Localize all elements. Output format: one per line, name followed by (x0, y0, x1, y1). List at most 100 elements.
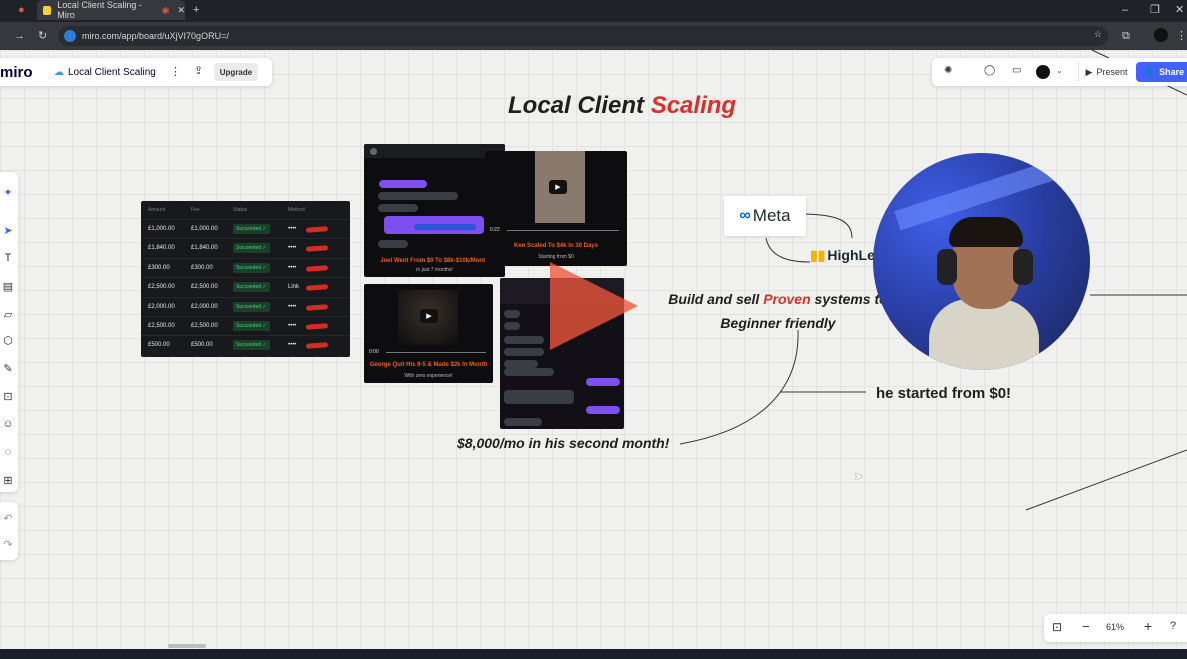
method-cell: •••• (288, 323, 297, 329)
redaction-mark (305, 342, 329, 350)
highlevel-label: HighLe (827, 247, 875, 263)
chat-bubble (504, 390, 574, 404)
headphone-left (937, 249, 957, 285)
miro-logo[interactable]: miro (0, 64, 33, 81)
play-icon[interactable]: ▶ (549, 180, 567, 194)
ai-sparkle-icon[interactable]: ✦ (0, 184, 16, 200)
status-badge: Succeeded ✓ (233, 340, 270, 351)
build-and-sell-text[interactable]: Build and sell Proven systems to Beginne… (658, 287, 898, 335)
build-part1: Build and sell (668, 291, 760, 307)
reactions-icon[interactable]: ✺ (944, 65, 952, 76)
zoom-in-icon[interactable]: + (1144, 618, 1152, 634)
user-avatar[interactable] (1036, 65, 1050, 79)
more-options-icon[interactable]: ⋮ (170, 65, 181, 78)
chat-screenshot-joel[interactable]: Joel Went From $0 To $8k-$10k/Month in j… (364, 144, 505, 277)
method-cell: •••• (288, 303, 297, 310)
video-card-george[interactable]: ▶ 0:00 George Quit His 9-5 & Made $2k In… (364, 284, 493, 383)
avatar (370, 148, 377, 155)
chat-bubble (504, 336, 544, 344)
started-from-zero-text[interactable]: he started from $0! (876, 385, 1011, 402)
upgrade-button[interactable]: Upgrade (214, 63, 258, 81)
shapes-icon[interactable]: ⬡ (0, 332, 16, 348)
heading-part1: Local Client (508, 92, 645, 119)
chevron-down-icon[interactable]: ⌄ (1056, 66, 1063, 75)
amount-cell: £2,000.00 (148, 303, 175, 310)
comment-icon[interactable]: ◌ (0, 444, 16, 460)
video-progress[interactable] (386, 352, 486, 353)
video-call-icon[interactable]: ▭ (1012, 65, 1021, 76)
video-progress[interactable] (507, 230, 619, 231)
pen-icon[interactable]: ✎ (0, 360, 16, 376)
highlevel-logo[interactable]: ▮▮ HighLe (810, 247, 875, 264)
fee-cell: £300.00 (191, 264, 213, 271)
amount-cell: £300.00 (148, 264, 170, 271)
connector-meta (799, 213, 853, 239)
emoji-icon[interactable]: ☺ (0, 416, 16, 432)
chat1-caption: Joel Went From $0 To $8k-$10k/Month (380, 258, 489, 264)
table-row: £2,500.00 £2,500.00 Succeeded ✓ •••• (141, 316, 350, 335)
horizontal-scrollbar[interactable] (168, 644, 206, 648)
chat-bubble (586, 406, 620, 414)
build-line2: Beginner friendly (720, 315, 836, 331)
fee-cell: £1,840.00 (191, 245, 218, 252)
user-plus-icon: 👤 (1143, 66, 1156, 77)
payments-header-amount: Amount (148, 207, 166, 213)
present-button[interactable]: ▶ Present (1078, 62, 1134, 82)
connector-right-lower (1025, 449, 1187, 511)
redo-icon[interactable]: ↷ (0, 536, 16, 552)
undo-icon[interactable]: ↶ (0, 510, 16, 526)
left-toolbar: ✦ ➤ T ▤ ▱ ⬡ ✎ ⊡ ☺ ◌ ⊞ (0, 172, 18, 492)
fee-cell: £2,500.00 (191, 323, 218, 329)
fit-frame-icon[interactable]: ⊡ (1052, 620, 1062, 634)
method-cell: •••• (288, 226, 297, 232)
chat-bubble (378, 204, 418, 212)
undo-redo-panel: ↶ ↷ (0, 502, 18, 560)
status-badge: Succeeded ✓ (233, 262, 270, 273)
templates-icon[interactable]: ▤ (0, 278, 16, 294)
os-taskbar (0, 649, 1187, 659)
comment-icon[interactable]: ◯ (984, 65, 995, 76)
redaction-mark (305, 226, 329, 233)
play-icon[interactable]: ▶ (420, 309, 438, 323)
present-label: Present (1096, 67, 1128, 77)
video2-time: 0:00 (369, 349, 379, 355)
board-heading[interactable]: Local Client Scaling (508, 92, 736, 120)
method-cell: •••• (288, 342, 297, 349)
frame-icon[interactable]: ⊡ (0, 388, 16, 404)
mouse-cursor-icon: ➤ (854, 471, 864, 483)
help-icon[interactable]: ? (1170, 620, 1176, 632)
amount-cell: £500.00 (148, 342, 170, 349)
add-apps-icon[interactable]: ⊞ (0, 472, 16, 488)
select-cursor-icon[interactable]: ➤ (0, 222, 16, 238)
status-badge: Succeeded ✓ (233, 301, 270, 312)
chat-bubble (504, 418, 542, 426)
play-icon: ▶ (1085, 66, 1093, 77)
redaction-mark (305, 265, 329, 272)
chat-bubble (379, 180, 427, 188)
zoom-level[interactable]: 61% (1106, 622, 1124, 632)
fee-cell: £2,000.00 (191, 303, 218, 310)
cloud-icon: ☁ (54, 67, 64, 78)
text-tool-icon[interactable]: T (0, 250, 16, 266)
video-card-ken[interactable]: ▶ 0:22 Ken Scaled To $4k In 30 Days Star… (485, 151, 627, 266)
zoom-out-icon[interactable]: − (1082, 619, 1090, 634)
board-name[interactable]: Local Client Scaling (68, 67, 156, 78)
redaction-mark (305, 323, 329, 330)
sticky-note-icon[interactable]: ▱ (0, 306, 16, 322)
connector-month (679, 329, 799, 445)
chat-header (364, 144, 505, 158)
payments-screenshot[interactable]: Amount Fee Status Method £1,000.00 £1,000… (141, 201, 350, 357)
table-row: £2,000.00 £2,000.00 Succeeded ✓ •••• (141, 296, 350, 316)
board-actions-panel: ✺ ◯ ▭ ⌄ ▶ Present 👤 Share (932, 58, 1187, 86)
amount-cell: £2,500.00 (148, 284, 175, 291)
share-button[interactable]: 👤 Share (1136, 62, 1187, 82)
amount-cell: £1,000.00 (148, 226, 175, 232)
meta-logo-card[interactable]: ∞ Meta (724, 196, 806, 236)
second-month-text[interactable]: $8,000/mo in his second month! (457, 435, 669, 451)
export-icon[interactable]: ⇪ (194, 64, 203, 77)
table-row: £300.00 £300.00 Succeeded ✓ •••• (141, 257, 350, 277)
payments-header-method: Method (288, 207, 305, 213)
amount-cell: £1,840.00 (148, 245, 175, 252)
build-accent: Proven (763, 291, 811, 307)
big-play-icon[interactable] (550, 262, 638, 350)
